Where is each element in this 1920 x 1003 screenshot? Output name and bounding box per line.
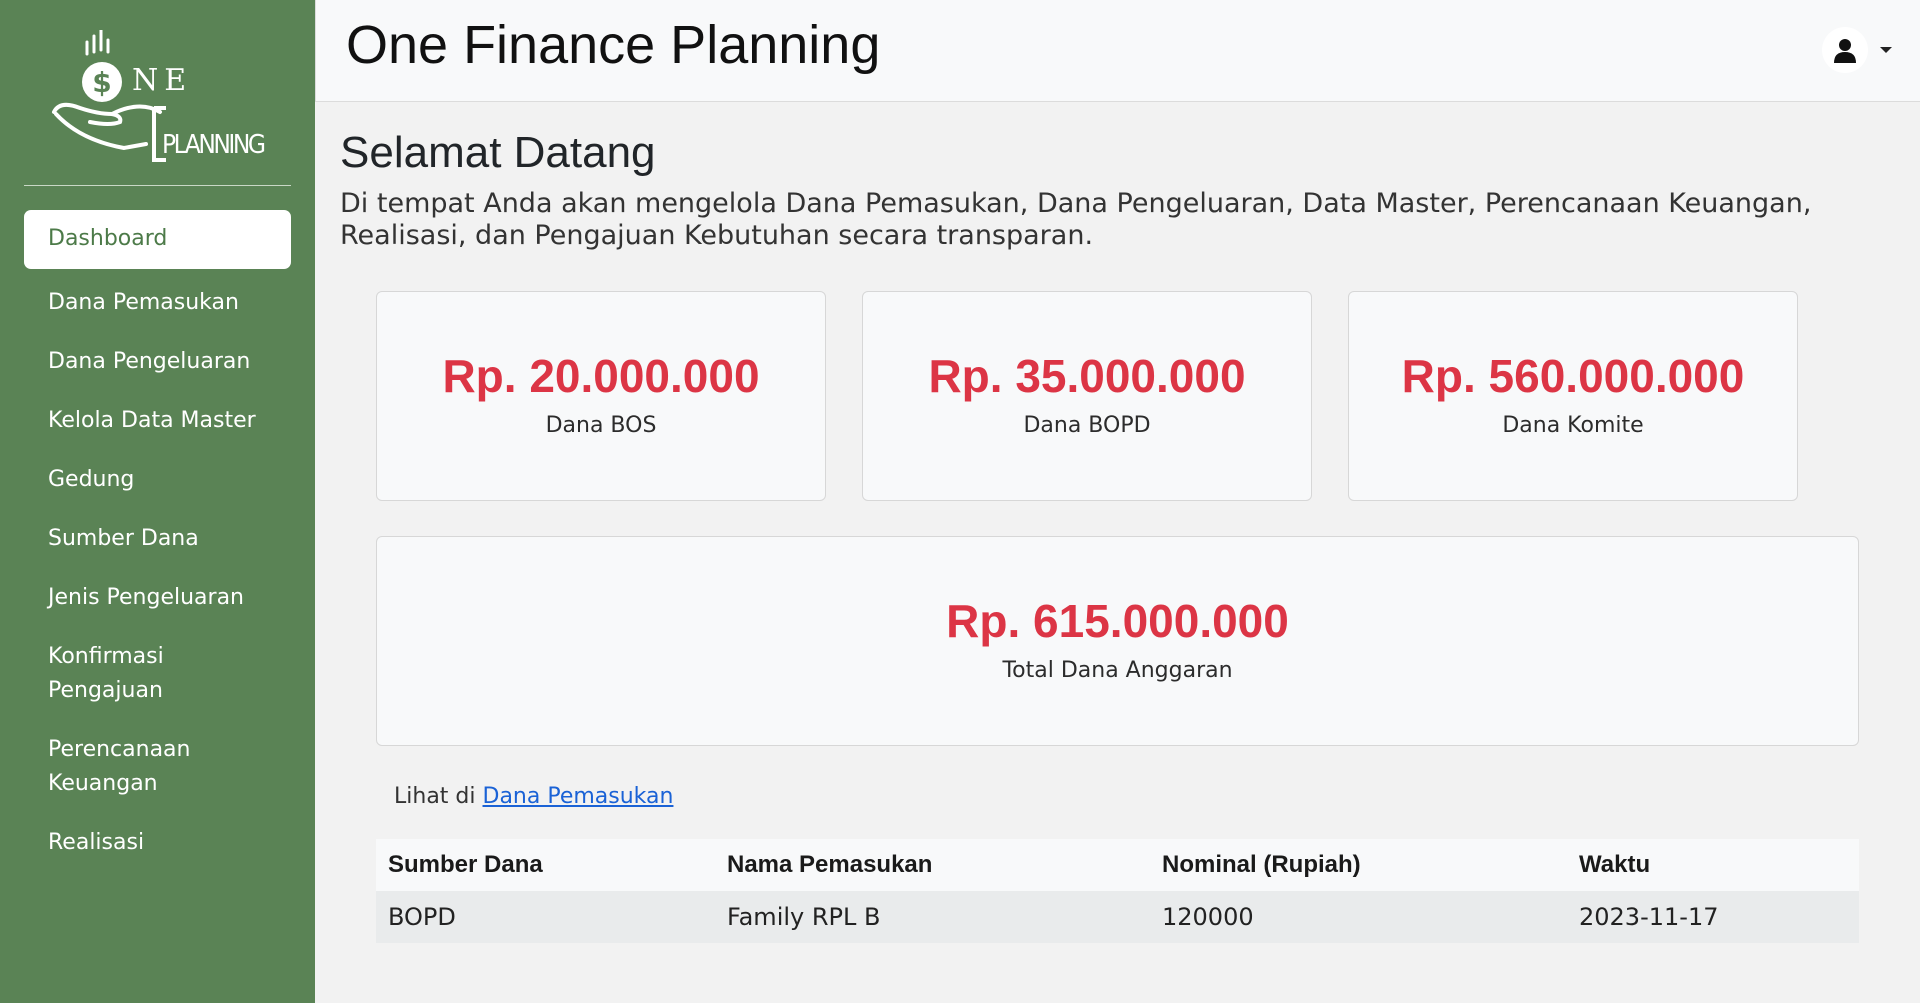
table-cell: Family RPL B [715,891,1150,943]
card-amount: Rp. 560.000.000 [1401,350,1745,402]
top-navbar: One Finance Planning [315,0,1920,102]
table-header: Nominal (Rupiah) [1150,839,1567,891]
sidebar-item-dana-pengeluaran[interactable]: Dana Pengeluaran [24,337,291,387]
table-header: Sumber Dana [376,839,715,891]
table-header: Waktu [1567,839,1859,891]
sidebar-item-dana-pemasukan[interactable]: Dana Pemasukan [24,278,291,328]
svg-text:NE: NE [132,63,192,98]
sidebar-item-kelola-data-master[interactable]: Kelola Data Master [24,396,291,446]
table-row: BOPD Family RPL B 120000 2023-11-17 [376,891,1859,943]
user-menu-button[interactable] [1822,27,1894,73]
card-dana-bos: Rp. 20.000.000 Dana BOS [376,291,826,501]
card-amount: Rp. 615.000.000 [946,595,1289,647]
dana-pemasukan-link[interactable]: Dana Pemasukan [483,784,674,809]
page-title: Selamat Datang [340,128,656,177]
svg-text:$: $ [92,66,111,99]
app-logo[interactable]: $ NE PLANNING [50,28,270,165]
main-content: Selamat Datang Di tempat Anda akan menge… [315,103,1920,1003]
table-header-row: Sumber Dana Nama Pemasukan Nominal (Rupi… [376,839,1859,891]
app-title: One Finance Planning [346,15,881,75]
card-label: Dana BOPD [1023,413,1151,438]
sidebar-item-jenis-pengeluaran[interactable]: Jenis Pengeluaran [24,573,291,623]
card-label: Dana Komite [1502,413,1644,438]
sidebar-item-dashboard[interactable]: Dashboard [24,210,291,269]
welcome-description: Di tempat Anda akan mengelola Dana Pemas… [340,188,1812,251]
see-more-prefix: Lihat di [394,784,476,809]
sidebar-nav: Dashboard Dana Pemasukan Dana Pengeluara… [24,210,291,877]
sidebar-item-perencanaan-keuangan[interactable]: Perencanaan Keuangan [24,725,224,809]
sidebar: $ NE PLANNING Dashboard Dana Pemasukan D… [0,0,315,1003]
sidebar-item-sumber-dana[interactable]: Sumber Dana [24,514,291,564]
sidebar-item-konfirmasi-pengajuan[interactable]: Konfirmasi Pengajuan [24,632,204,716]
sidebar-item-gedung[interactable]: Gedung [24,455,291,505]
table-cell: 2023-11-17 [1567,891,1859,943]
sidebar-item-realisasi[interactable]: Realisasi [24,818,291,868]
card-amount: Rp. 20.000.000 [442,350,760,402]
card-total-dana-anggaran: Rp. 615.000.000 Total Dana Anggaran [376,536,1859,746]
user-icon [1822,27,1868,73]
table-cell: 120000 [1150,891,1567,943]
see-more-text: Lihat di Dana Pemasukan [394,781,673,813]
card-dana-bopd: Rp. 35.000.000 Dana BOPD [862,291,1312,501]
pemasukan-table: Sumber Dana Nama Pemasukan Nominal (Rupi… [376,839,1859,943]
chevron-down-icon [1880,47,1892,53]
card-label: Dana BOS [545,413,657,438]
sidebar-divider [24,185,291,186]
card-dana-komite: Rp. 560.000.000 Dana Komite [1348,291,1798,501]
table-header: Nama Pemasukan [715,839,1150,891]
card-label: Total Dana Anggaran [1002,658,1233,683]
table-cell: BOPD [376,891,715,943]
svg-text:PLANNING: PLANNING [162,130,266,160]
card-amount: Rp. 35.000.000 [928,350,1246,402]
